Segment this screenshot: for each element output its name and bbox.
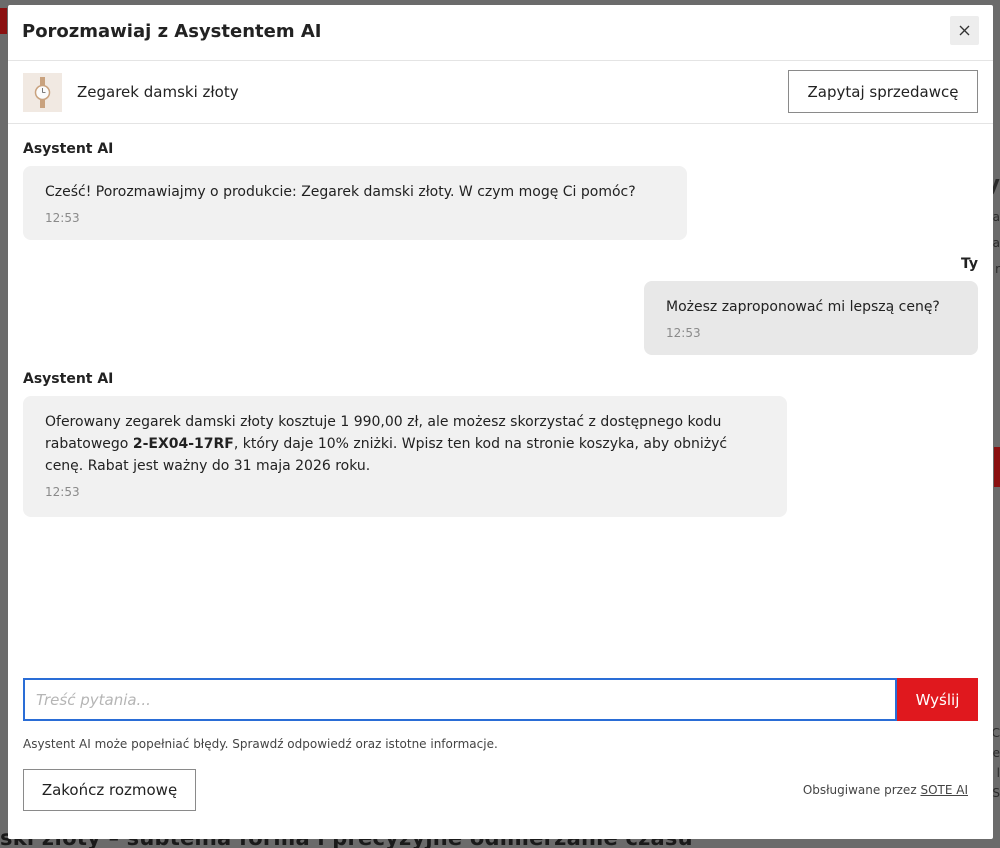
background-text-fragment: l: [996, 766, 1000, 780]
question-input[interactable]: [23, 678, 897, 721]
product-name: Zegarek damski złoty: [77, 83, 239, 101]
message-time: 12:53: [45, 211, 80, 225]
background-text-fragment: a: [992, 210, 1000, 224]
message-time: 12:53: [45, 485, 80, 499]
background-logo-fragment: [0, 8, 7, 34]
message-sender: Asystent AI: [23, 371, 114, 387]
message-text: Możesz zaproponować mi lepszą cenę?: [666, 299, 940, 315]
user-message: Możesz zaproponować mi lepszą cenę? 12:5…: [644, 281, 978, 355]
ask-seller-button[interactable]: Zapytaj sprzedawcę: [788, 70, 978, 113]
sote-ai-link[interactable]: SOTE AI: [920, 783, 968, 797]
chat-messages[interactable]: Asystent AI Cześć! Porozmawiajmy o produ…: [8, 125, 993, 665]
discount-code: 2-EX04-17RF: [132, 436, 234, 452]
message-time: 12:53: [666, 326, 701, 340]
watch-icon: [34, 77, 51, 108]
end-chat-button[interactable]: Zakończ rozmowę: [23, 769, 196, 811]
ai-chat-modal: Porozmawiaj z Asystentem AI Zegarek dams…: [8, 5, 993, 839]
background-text-fragment: e: [992, 746, 1000, 760]
background-button-fragment: [994, 447, 1000, 487]
close-button[interactable]: [950, 16, 979, 45]
powered-by: Obsługiwane przez SOTE AI: [803, 783, 968, 797]
message-text: Oferowany zegarek damski złoty kosztuje …: [45, 414, 727, 474]
modal-header: Porozmawiaj z Asystentem AI: [8, 5, 993, 61]
background-text-fragment: a: [992, 236, 1000, 250]
background-text-fragment: S: [992, 786, 1000, 800]
message-sender: Asystent AI: [23, 141, 114, 157]
send-button[interactable]: Wyślij: [897, 678, 978, 721]
message-sender: Ty: [960, 256, 978, 272]
product-thumbnail[interactable]: [23, 73, 62, 112]
question-input-row: Wyślij: [23, 678, 978, 721]
assistant-message: Cześć! Porozmawiajmy o produkcie: Zegare…: [23, 166, 687, 240]
modal-title: Porozmawiaj z Asystentem AI: [22, 21, 322, 42]
product-bar: Zegarek damski złoty Zapytaj sprzedawcę: [8, 61, 993, 124]
ai-disclaimer: Asystent AI może popełniać błędy. Sprawd…: [23, 737, 498, 751]
background-text-fragment: r: [995, 262, 1000, 276]
message-text: Cześć! Porozmawiajmy o produkcie: Zegare…: [45, 184, 636, 200]
powered-by-prefix: Obsługiwane przez: [802, 783, 917, 797]
assistant-message: Oferowany zegarek damski złoty kosztuje …: [23, 396, 787, 517]
close-icon: [959, 25, 970, 36]
